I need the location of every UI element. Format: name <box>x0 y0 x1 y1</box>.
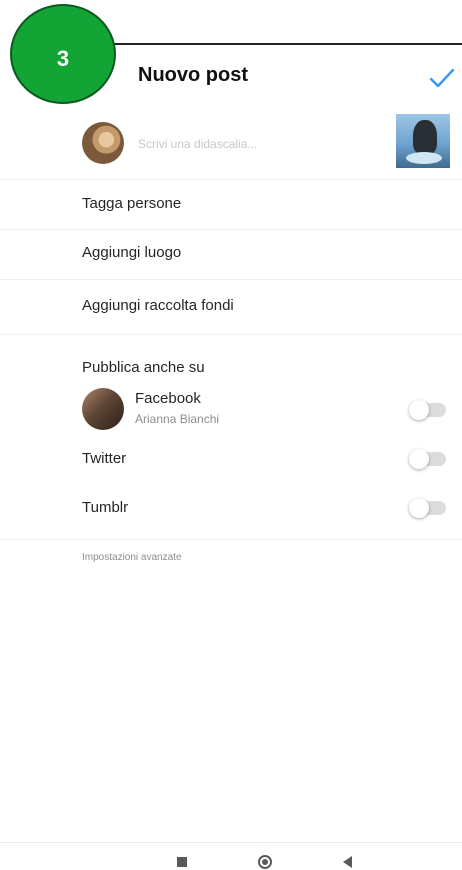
share-heading: Pubblica anche su <box>82 359 205 376</box>
home-icon[interactable] <box>258 855 272 869</box>
avatar <box>82 122 124 164</box>
add-fundraiser-row[interactable]: Aggiungi raccolta fondi <box>0 297 462 327</box>
add-location-label: Aggiungi luogo <box>82 244 182 261</box>
page-title: Nuovo post <box>138 64 248 86</box>
step-pointer-line <box>80 43 462 45</box>
step-number: 3 <box>56 46 70 71</box>
facebook-avatar <box>82 388 124 430</box>
tumblr-toggle[interactable] <box>409 498 446 518</box>
divider <box>0 334 462 335</box>
tag-people-label: Tagga persone <box>82 195 182 212</box>
thumbnail-figure <box>413 120 437 154</box>
add-location-row[interactable]: Aggiungi luogo <box>0 244 462 274</box>
add-fundraiser-label: Aggiungi raccolta fondi <box>82 297 234 314</box>
facebook-account-name: Arianna Bianchi <box>135 412 220 426</box>
caption-input[interactable] <box>138 134 368 154</box>
divider <box>0 539 462 540</box>
facebook-label: Facebook <box>135 390 201 407</box>
tag-people-row[interactable]: Tagga persone <box>0 195 462 225</box>
divider <box>0 279 462 280</box>
post-thumbnail[interactable] <box>396 114 450 168</box>
facebook-toggle[interactable] <box>409 400 446 420</box>
twitter-label: Twitter <box>82 450 127 467</box>
back-icon[interactable] <box>343 856 352 868</box>
system-navbar <box>0 842 462 870</box>
caption-row <box>0 108 462 180</box>
thumbnail-glow <box>406 152 442 164</box>
twitter-toggle[interactable] <box>409 449 446 469</box>
divider <box>0 229 462 230</box>
toggle-knob <box>409 400 429 420</box>
advanced-settings-link[interactable]: Impostazioni avanzate <box>82 552 182 563</box>
step-badge: 3 <box>10 4 116 104</box>
recent-apps-icon[interactable] <box>177 857 187 867</box>
toggle-knob <box>409 498 429 518</box>
check-icon[interactable] <box>428 66 456 90</box>
toggle-knob <box>409 449 429 469</box>
tumblr-label: Tumblr <box>82 499 129 516</box>
